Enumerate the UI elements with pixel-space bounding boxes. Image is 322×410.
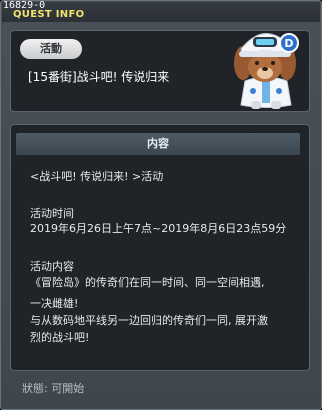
content-line: <战斗吧! 传说归来! >活动: [30, 170, 164, 183]
category-tag: 活動: [20, 39, 82, 59]
window-title: QUEST INFO: [13, 9, 85, 20]
section-title: 内容: [16, 133, 300, 155]
npc-badge-letter: D: [284, 37, 293, 50]
content-line: 活动内容: [30, 260, 74, 273]
quest-status: 狀態: 可開始: [22, 382, 85, 395]
content-line: 2019年6月26日上午7点~2019年8月6日23点59分: [30, 222, 287, 235]
content-line: 与从数码地平线另一边回归的传奇们一同, 展开激: [30, 314, 268, 327]
content-line: 一决雌雄!: [30, 297, 79, 310]
quest-name: [15番街]战斗吧! 传说归来: [28, 70, 170, 84]
content-line: 《冒险岛》的传奇们在同一时间、同一空间相遇,: [30, 276, 265, 289]
content-line: 烈的战斗吧!: [30, 331, 90, 344]
content-line: 活动时间: [30, 207, 74, 220]
npc-character-icon: D: [229, 13, 303, 110]
